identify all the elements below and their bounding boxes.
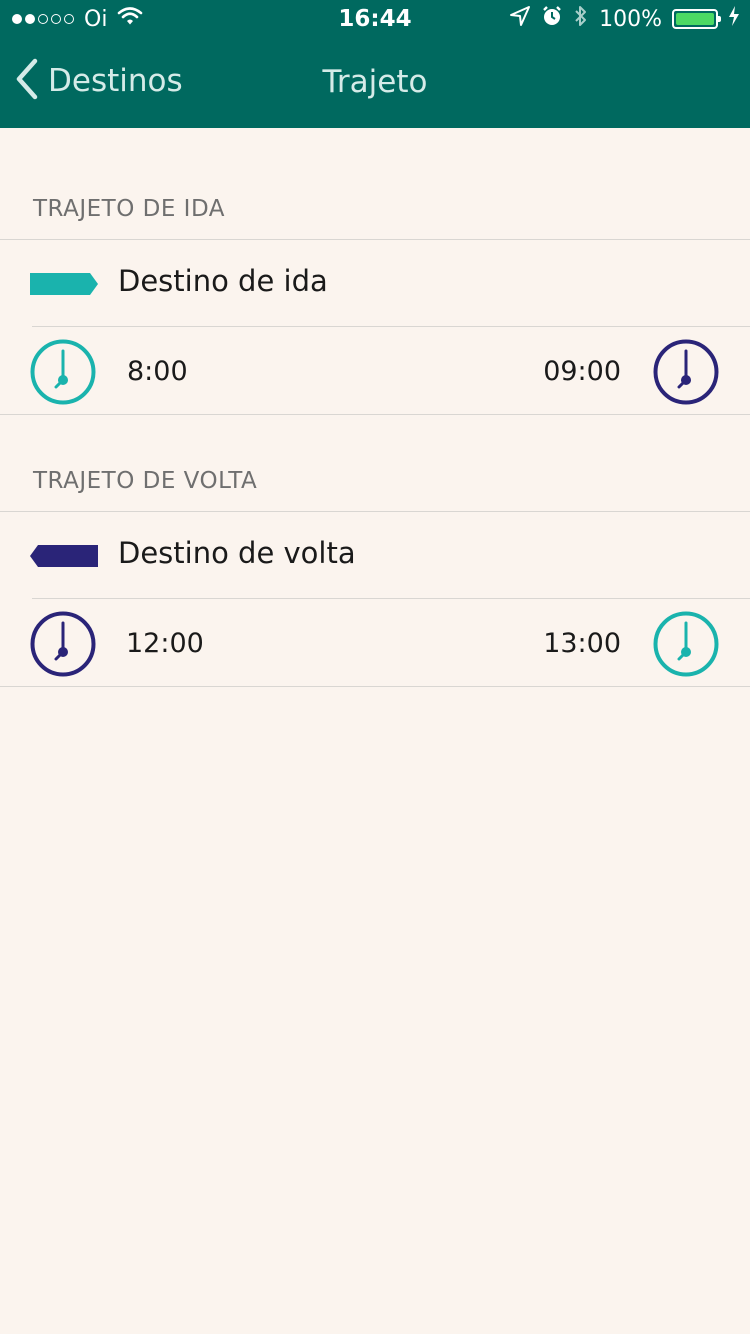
route-flag-icon (30, 545, 98, 571)
destination-row-volta[interactable]: Destino de volta (0, 512, 750, 598)
location-arrow-icon (509, 5, 531, 33)
destination-label: Destino de ida (118, 264, 328, 298)
departure-clock-icon[interactable] (30, 611, 96, 681)
battery-percent: 100% (599, 6, 662, 32)
charging-bolt-icon (728, 6, 740, 32)
departure-time: 12:00 (126, 628, 204, 659)
divider (0, 414, 750, 415)
bluetooth-icon (573, 4, 589, 34)
route-flag-icon (30, 273, 98, 299)
section-title-ida: TRAJETO DE IDA (33, 196, 225, 222)
battery-icon (672, 9, 721, 29)
destination-row-ida[interactable]: Destino de ida (0, 240, 750, 326)
status-bar: Oi 16:44 100% (0, 0, 750, 40)
time-row-ida[interactable]: 8:00 09:00 (0, 327, 750, 415)
section-title-volta: TRAJETO DE VOLTA (33, 468, 258, 494)
departure-clock-icon[interactable] (30, 339, 96, 409)
page-title: Trajeto (322, 64, 428, 100)
status-right: 100% (509, 4, 740, 34)
top-bar: Oi 16:44 100% Destinos Trajeto (0, 0, 750, 128)
arrival-time: 09:00 (543, 356, 621, 387)
arrival-time: 13:00 (543, 628, 621, 659)
arrival-clock-icon[interactable] (653, 611, 719, 681)
alarm-icon (541, 5, 563, 33)
divider (0, 686, 750, 687)
destination-label: Destino de volta (118, 536, 356, 570)
arrival-clock-icon[interactable] (653, 339, 719, 409)
navigation-bar: Destinos Trajeto (0, 40, 750, 128)
time-row-volta[interactable]: 12:00 13:00 (0, 599, 750, 687)
departure-time: 8:00 (127, 356, 188, 387)
